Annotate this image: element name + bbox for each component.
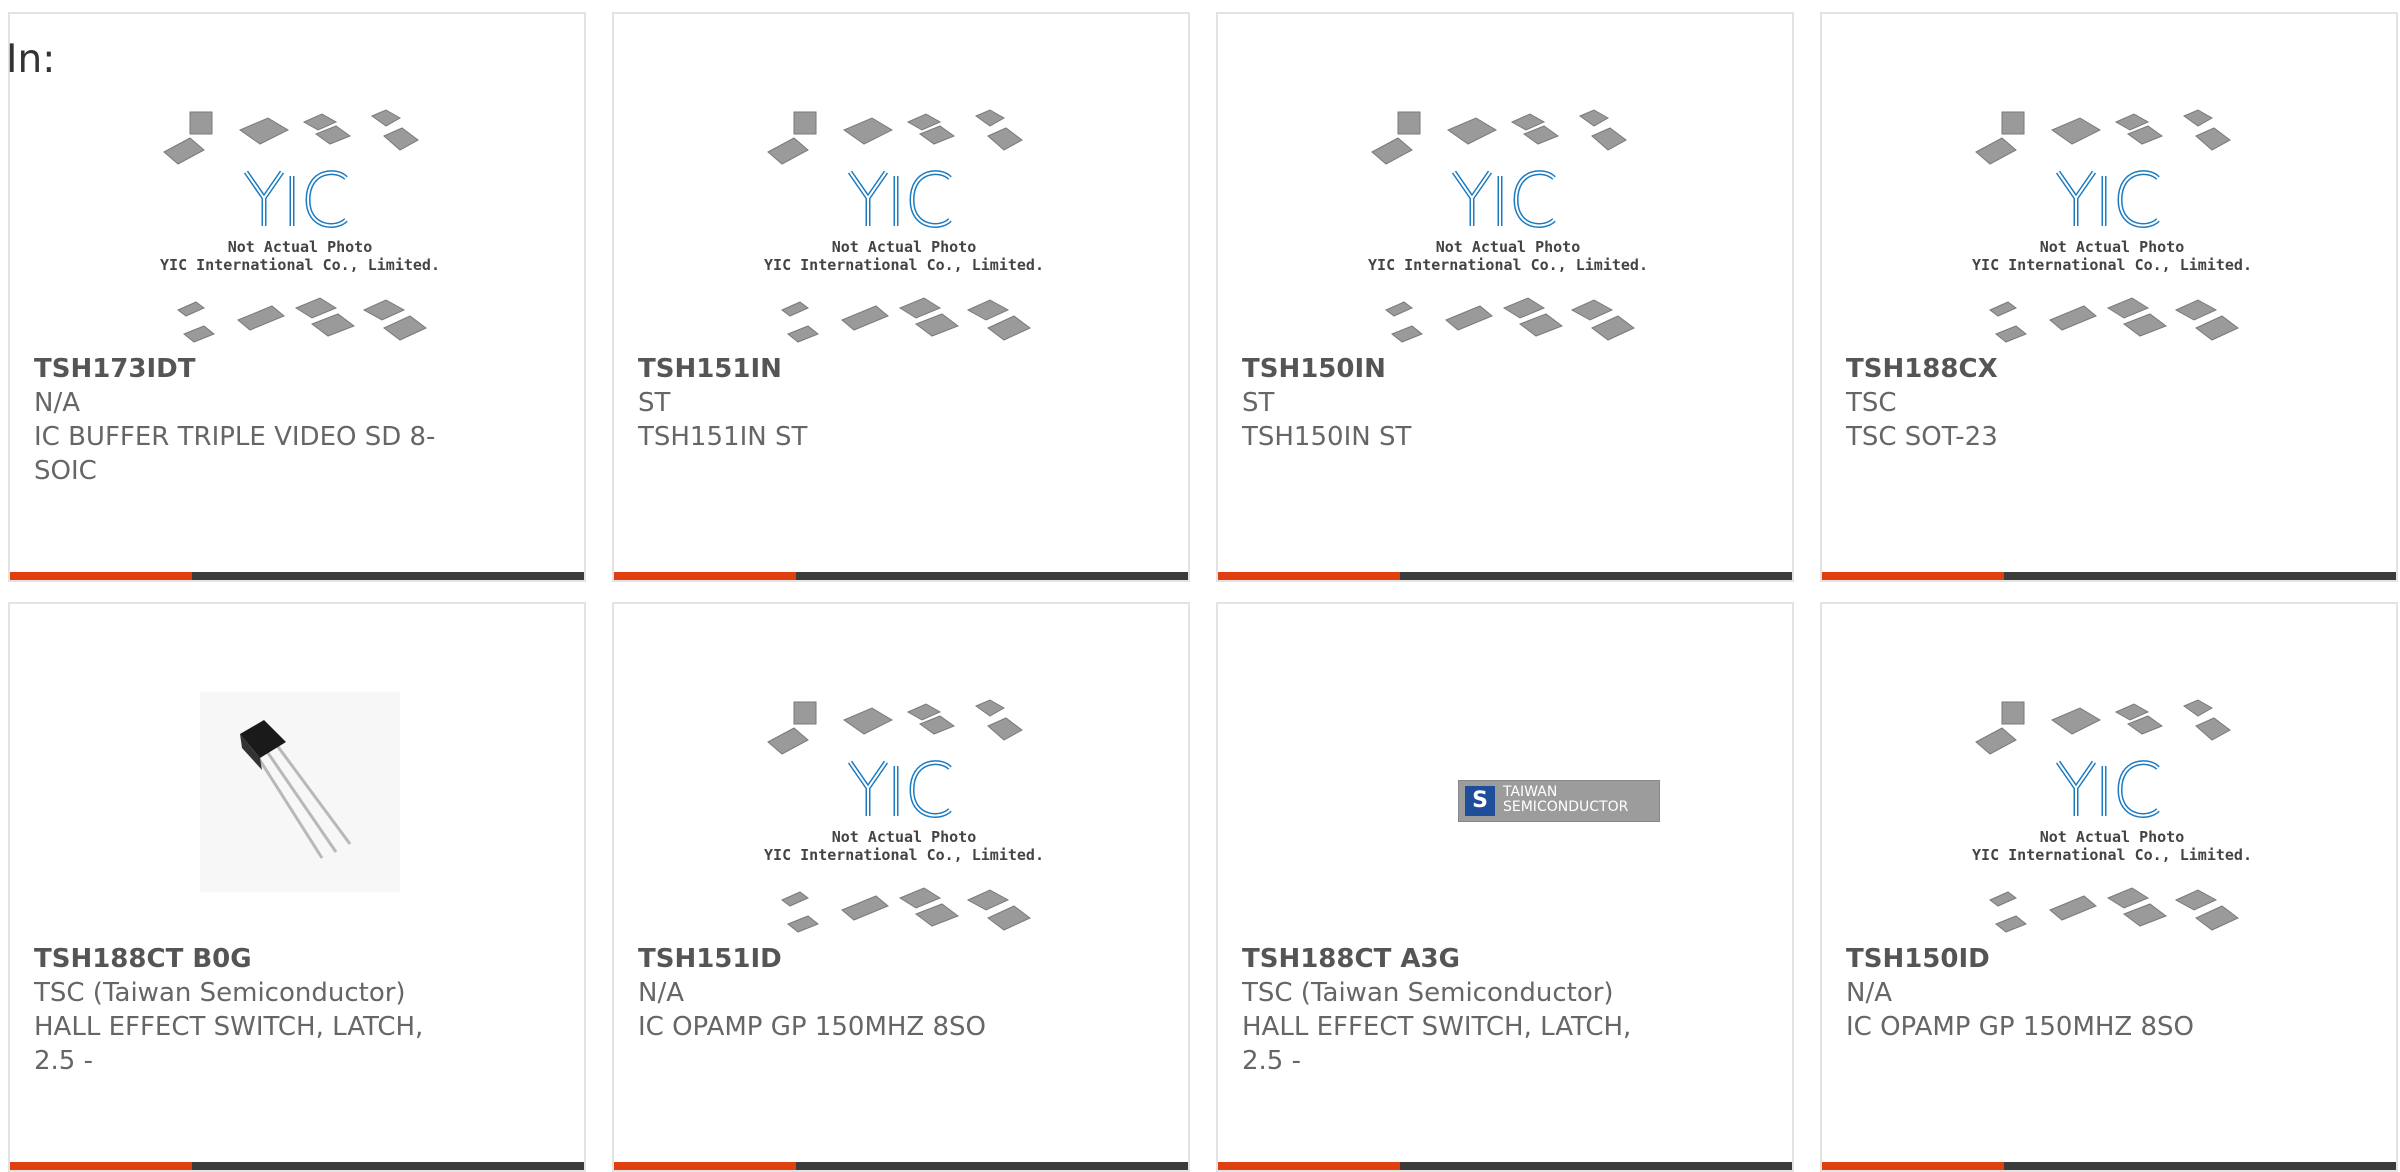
placeholder-caption: Not Actual Photo xyxy=(1435,238,1581,256)
chip-collage-icon xyxy=(767,699,1031,933)
description: IC OPAMP GP 150MHZ 8SO xyxy=(638,1012,987,1042)
card-accent-bar xyxy=(1218,1162,1792,1170)
card-accent-bar xyxy=(614,572,1188,580)
card-accent-bar xyxy=(1822,1162,2396,1170)
product-image-placeholder[interactable]: Not Actual Photo YIC International Co., … xyxy=(1972,692,2252,942)
card-accent-bar xyxy=(614,1162,1188,1170)
placeholder-company: YIC International Co., Limited. xyxy=(764,256,1044,274)
manufacturer: N/A xyxy=(1846,978,1892,1008)
card-accent-bar xyxy=(10,1162,584,1170)
manufacturer: ST xyxy=(1242,388,1275,418)
product-image-placeholder[interactable]: Not Actual Photo YIC International Co., … xyxy=(1368,102,1648,352)
placeholder-caption: Not Actual Photo xyxy=(2039,828,2185,846)
description: HALL EFFECT SWITCH, LATCH, 2.5 - xyxy=(1242,1012,1632,1076)
product-image-placeholder[interactable]: Not Actual Photo YIC International Co., … xyxy=(764,102,1044,352)
placeholder-company: YIC International Co., Limited. xyxy=(1972,256,2252,274)
card-accent-bar xyxy=(10,572,584,580)
chip-collage-icon xyxy=(1975,109,2239,343)
part-number-link[interactable]: TSH150IN xyxy=(1242,352,1662,386)
chip-collage-icon xyxy=(1371,109,1635,343)
card-accent-bar xyxy=(1218,572,1792,580)
part-number-link[interactable]: TSH151IN xyxy=(638,352,1058,386)
filter-label: In: xyxy=(6,37,56,82)
card-accent-bar xyxy=(1822,572,2396,580)
chip-collage-icon xyxy=(163,109,427,343)
placeholder-caption: Not Actual Photo xyxy=(227,238,373,256)
placeholder-caption: Not Actual Photo xyxy=(2039,238,2185,256)
product-image-transistor[interactable] xyxy=(160,692,440,942)
product-card[interactable]: Not Actual Photo YIC International Co., … xyxy=(612,12,1190,582)
product-card[interactable]: TSH188CT B0G TSC (Taiwan Semiconductor) … xyxy=(8,602,586,1172)
placeholder-company: YIC International Co., Limited. xyxy=(160,256,440,274)
part-number-link[interactable]: TSH188CT A3G xyxy=(1242,942,1662,976)
part-number-link[interactable]: TSH150ID xyxy=(1846,942,2266,976)
placeholder-company: YIC International Co., Limited. xyxy=(1972,846,2252,864)
product-image-brand-logo[interactable]: S TAIWAN SEMICONDUCTOR xyxy=(1368,692,1660,942)
description: IC OPAMP GP 150MHZ 8SO xyxy=(1846,1012,2195,1042)
product-card[interactable]: Not Actual Photo YIC International Co., … xyxy=(1820,12,2398,582)
description: TSH151IN ST xyxy=(638,422,808,452)
product-card[interactable]: S TAIWAN SEMICONDUCTOR TSH188CT A3G TSC … xyxy=(1216,602,1794,1172)
description: IC BUFFER TRIPLE VIDEO SD 8-SOIC xyxy=(34,422,436,486)
product-card[interactable]: Not Actual Photo YIC International Co., … xyxy=(612,602,1190,1172)
description: TSC SOT-23 xyxy=(1846,422,1998,452)
transistor-icon xyxy=(200,692,400,892)
manufacturer: TSC (Taiwan Semiconductor) xyxy=(34,978,406,1008)
manufacturer: TSC (Taiwan Semiconductor) xyxy=(1242,978,1614,1008)
product-card[interactable]: Not Actual Photo YIC International Co., … xyxy=(1820,602,2398,1172)
manufacturer: N/A xyxy=(34,388,80,418)
description: TSH150IN ST xyxy=(1242,422,1412,452)
part-number-link[interactable]: TSH173IDT xyxy=(34,352,454,386)
placeholder-company: YIC International Co., Limited. xyxy=(764,846,1044,864)
chip-collage-icon xyxy=(1975,699,2239,933)
part-number-link[interactable]: TSH151ID xyxy=(638,942,1058,976)
manufacturer: TSC xyxy=(1846,388,1897,418)
product-card[interactable]: Not Actual Photo YIC International Co., … xyxy=(8,12,586,582)
product-grid: Not Actual Photo YIC International Co., … xyxy=(0,0,2400,1172)
product-image-placeholder[interactable]: Not Actual Photo YIC International Co., … xyxy=(160,102,440,352)
manufacturer: N/A xyxy=(638,978,684,1008)
chip-collage-icon xyxy=(767,109,1031,343)
placeholder-company: YIC International Co., Limited. xyxy=(1368,256,1648,274)
product-card[interactable]: Not Actual Photo YIC International Co., … xyxy=(1216,12,1794,582)
placeholder-caption: Not Actual Photo xyxy=(831,238,977,256)
product-image-placeholder[interactable]: Not Actual Photo YIC International Co., … xyxy=(764,692,1044,942)
description: HALL EFFECT SWITCH, LATCH, 2.5 - xyxy=(34,1012,424,1076)
placeholder-caption: Not Actual Photo xyxy=(831,828,977,846)
part-number-link[interactable]: TSH188CX xyxy=(1846,352,2266,386)
product-image-placeholder[interactable]: Not Actual Photo YIC International Co., … xyxy=(1972,102,2252,352)
part-number-link[interactable]: TSH188CT B0G xyxy=(34,942,454,976)
tsc-logo-icon: S TAIWAN SEMICONDUCTOR xyxy=(1458,780,1660,822)
manufacturer: ST xyxy=(638,388,671,418)
